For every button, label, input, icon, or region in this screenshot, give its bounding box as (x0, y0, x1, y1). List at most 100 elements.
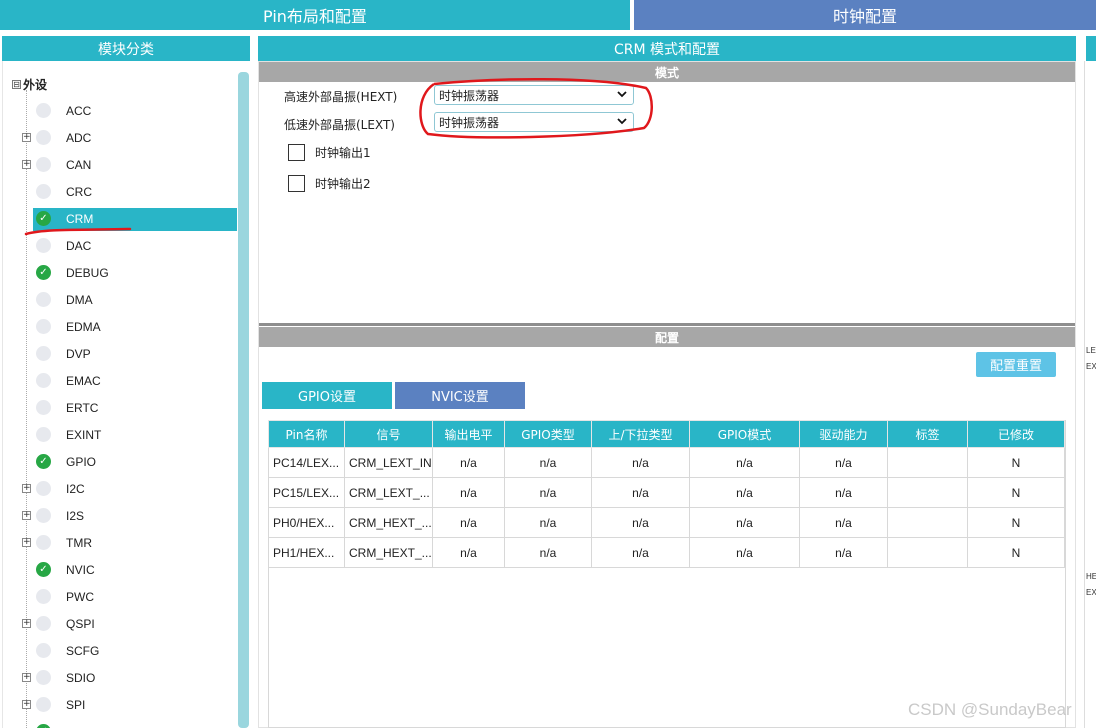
tree-item[interactable]: DVP (22, 343, 236, 365)
tree-item[interactable]: + SPI (22, 694, 236, 716)
tree-item[interactable]: EDMA (22, 316, 236, 338)
tree-item-label: CRM (66, 212, 94, 226)
table-cell: n/a (504, 447, 592, 478)
expand-icon[interactable]: + (22, 700, 31, 709)
table-row[interactable]: PH0/HEX... CRM_HEXT_... n/a n/a n/a n/a n/a N (268, 507, 1065, 538)
tree-item[interactable]: + I2C (22, 478, 236, 500)
tree-item[interactable]: EXINT (22, 424, 236, 446)
status-dot-icon (36, 292, 51, 307)
clock-output-1-checkbox[interactable] (288, 144, 305, 161)
expand-icon[interactable]: + (22, 484, 31, 493)
tree-item[interactable]: ✓ DEBUG (22, 262, 236, 284)
table-cell: n/a (799, 447, 888, 478)
status-dot-icon (36, 319, 51, 334)
table-cell (887, 447, 968, 478)
table-cell: PC14/LEX... (268, 447, 345, 478)
status-dot-icon (36, 157, 51, 172)
hext-label: 高速外部晶振(HEXT) (284, 90, 398, 104)
tree-item-label: DAC (66, 239, 92, 253)
table-cell: n/a (799, 537, 888, 568)
tree-item[interactable]: SCFG (22, 640, 236, 662)
lext-label: 低速外部晶振(LEXT) (284, 118, 395, 132)
column-header[interactable]: Pin名称 (268, 420, 345, 448)
tree-item[interactable]: + QSPI (22, 613, 236, 635)
tab-clock-config[interactable]: 时钟配置 (634, 0, 1096, 30)
expand-icon[interactable]: + (22, 619, 31, 628)
status-dot-icon (36, 400, 51, 415)
tab-gpio-label: GPIO设置 (298, 390, 356, 405)
status-dot-icon (36, 103, 51, 118)
tree-item[interactable]: DMA (22, 289, 236, 311)
column-header[interactable]: 已修改 (967, 420, 1065, 448)
tree-item-label: DVP (66, 347, 91, 361)
tree-item[interactable]: EMAC (22, 370, 236, 392)
table-row[interactable]: PH1/HEX... CRM_HEXT_... n/a n/a n/a n/a n/a N (268, 537, 1065, 568)
mode-section-bar: 模式 (259, 62, 1075, 82)
tree-item[interactable]: ERTC (22, 397, 236, 419)
table-cell: N (967, 537, 1065, 568)
table-cell (887, 537, 968, 568)
status-dot-icon (36, 643, 51, 658)
table-cell: n/a (799, 477, 888, 508)
tree-item[interactable]: + ADC (22, 127, 236, 149)
tree-item[interactable]: DAC (22, 235, 236, 257)
expand-icon[interactable]: + (22, 133, 31, 142)
tree-item[interactable]: + CAN (22, 154, 236, 176)
tree-item[interactable]: ✓ NVIC (22, 559, 236, 581)
clock-output-2-row[interactable]: 时钟输出2 (288, 175, 371, 192)
clock-output-2-checkbox[interactable] (288, 175, 305, 192)
status-dot-icon (36, 481, 51, 496)
table-cell: n/a (432, 537, 505, 568)
tree-item[interactable]: + SDIO (22, 667, 236, 689)
clipped-label: HE (1086, 572, 1096, 581)
check-circle-icon: ✓ (36, 562, 51, 577)
column-header[interactable]: GPIO类型 (504, 420, 592, 448)
column-header[interactable]: 信号 (344, 420, 433, 448)
column-header[interactable]: 输出电平 (432, 420, 505, 448)
tree-item[interactable]: + I2S (22, 505, 236, 527)
tree-item[interactable]: PWC (22, 586, 236, 608)
tree-item-label: QSPI (66, 617, 95, 631)
column-header[interactable]: 驱动能力 (799, 420, 888, 448)
tab-gpio-settings[interactable]: GPIO设置 (262, 382, 392, 409)
table-cell: N (967, 447, 1065, 478)
table-header-row: Pin名称 信号 输出电平 GPIO类型 上/下拉类型 GPIO模式 驱动能力 … (268, 420, 1065, 448)
red-circle-annotation (419, 77, 653, 139)
expand-icon[interactable]: + (22, 160, 31, 169)
table-body: PC14/LEX... CRM_LEXT_IN n/a n/a n/a n/a n/a N PC… (268, 447, 1065, 568)
table-row[interactable]: PC14/LEX... CRM_LEXT_IN n/a n/a n/a n/a n/a N (268, 447, 1065, 478)
expand-icon[interactable]: + (22, 673, 31, 682)
config-reset-button[interactable]: 配置重置 (976, 352, 1056, 377)
check-circle-icon: ✓ (36, 724, 51, 728)
tab-pin-layout[interactable]: Pin布局和配置 (0, 0, 630, 30)
tree-root-peripherals[interactable]: ⊟ 外设 (12, 76, 47, 93)
column-header[interactable]: 上/下拉类型 (591, 420, 690, 448)
clock-output-1-row[interactable]: 时钟输出1 (288, 144, 371, 161)
tree-item[interactable]: ACC (22, 100, 236, 122)
tree-item-label: CRC (66, 185, 92, 199)
tree-item[interactable]: ✓ GPIO (22, 451, 236, 473)
tree-item-label: SCFG (66, 644, 100, 658)
tree-item-label: DEBUG (66, 266, 109, 280)
tree-item[interactable]: ✓ (22, 721, 236, 728)
config-section-bar: 配置 (259, 327, 1075, 347)
expand-icon[interactable]: + (22, 511, 31, 520)
tree-item-label: EDMA (66, 320, 101, 334)
section-divider[interactable] (259, 323, 1075, 326)
tree-item[interactable]: CRC (22, 181, 236, 203)
table-cell: N (967, 507, 1065, 538)
table-row[interactable]: PC15/LEX... CRM_LEXT_... n/a n/a n/a n/a n/a N (268, 477, 1065, 508)
status-dot-icon (36, 697, 51, 712)
left-scrollbar[interactable] (238, 72, 249, 728)
table-cell: PH0/HEX... (268, 507, 345, 538)
tree-item-label: ACC (66, 104, 92, 118)
collapse-icon[interactable]: ⊟ (12, 80, 21, 89)
status-dot-icon (36, 670, 51, 685)
expand-icon[interactable]: + (22, 538, 31, 547)
tab-nvic-settings[interactable]: NVIC设置 (395, 382, 525, 409)
column-header[interactable]: GPIO模式 (689, 420, 800, 448)
column-header[interactable]: 标签 (887, 420, 968, 448)
table-cell: CRM_HEXT_... (344, 537, 433, 568)
tree-item-label: I2C (66, 482, 85, 496)
tree-item[interactable]: + TMR (22, 532, 236, 554)
